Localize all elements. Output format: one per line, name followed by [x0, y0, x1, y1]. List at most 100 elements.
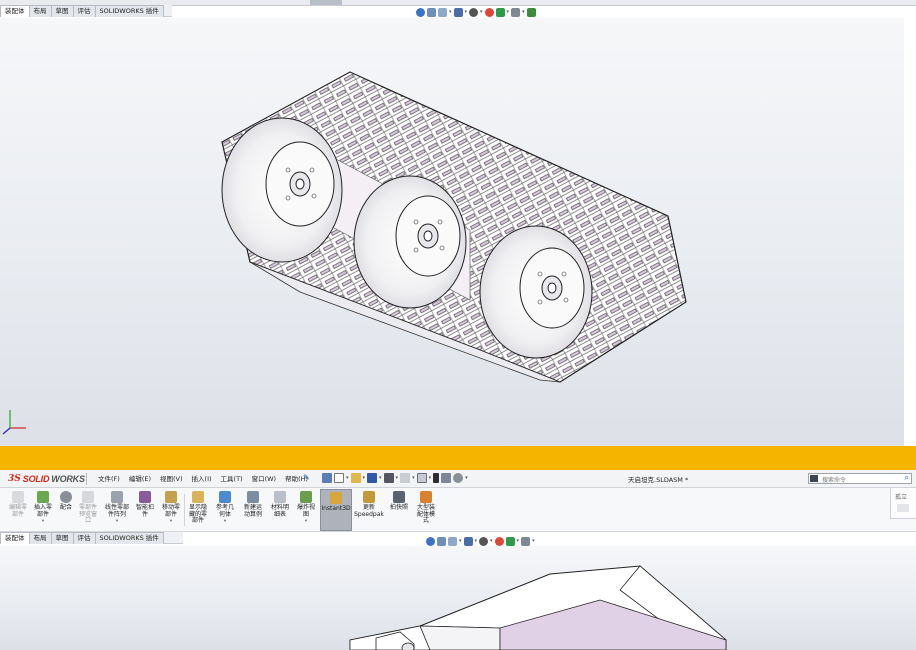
search-commands[interactable]: 搜索命令 ⌕: [808, 473, 912, 484]
command-label: 材料明 细表: [270, 504, 289, 518]
top-tab-sketch[interactable]: 草图: [50, 5, 74, 17]
reference-geometry-icon: [219, 491, 231, 503]
previous-view-icon[interactable]: [448, 536, 457, 546]
search-icon[interactable]: ⌕: [905, 473, 909, 483]
large-assembly-mode-button[interactable]: 大型装 配体模 式: [413, 491, 439, 525]
tab-addins[interactable]: SOLIDWORKS 插件: [94, 532, 164, 544]
select-pointer-icon[interactable]: [416, 473, 427, 483]
previous-view-icon[interactable]: [438, 7, 447, 17]
dropdown-caret-icon[interactable]: ▾: [42, 519, 44, 524]
section-view-icon[interactable]: [463, 536, 473, 546]
new-document-icon[interactable]: [334, 473, 344, 483]
menu-tools[interactable]: 工具(T): [221, 473, 243, 483]
pin-menu-icon[interactable]: ✎: [303, 473, 310, 482]
dropdown-caret-icon[interactable]: ▾: [522, 9, 525, 15]
tab-assembly[interactable]: 装配体: [0, 532, 30, 544]
dropdown-caret-icon[interactable]: ▾: [532, 538, 535, 544]
dropdown-caret-icon[interactable]: ▾: [475, 538, 478, 544]
appearance-icon[interactable]: [494, 536, 504, 546]
isolate-button[interactable]: [897, 504, 909, 512]
appearance-icon[interactable]: [484, 7, 494, 17]
menu-view[interactable]: 视图(V): [160, 473, 183, 483]
command-label: 更新 Speedpak: [354, 504, 384, 518]
menu-file[interactable]: 文件(F): [98, 473, 120, 483]
component-preview-button[interactable]: 零部件 预览窗 口: [77, 491, 99, 525]
ds-logo-icon: 3S: [8, 474, 21, 484]
menu-window[interactable]: 窗口(W): [252, 473, 277, 483]
bottom-graphics-area[interactable]: [0, 546, 916, 650]
tab-evaluate[interactable]: 评估: [72, 532, 96, 544]
dropdown-caret-icon[interactable]: ▾: [224, 519, 226, 524]
top-graphics-area[interactable]: [0, 18, 904, 446]
dropdown-caret-icon[interactable]: ▾: [517, 538, 520, 544]
insert-component-icon: [37, 491, 49, 503]
dropdown-caret-icon[interactable]: ▾: [480, 9, 483, 15]
display-settings-icon[interactable]: [511, 7, 521, 17]
linear-pattern-button[interactable]: 线性零部 件阵列 ▾: [102, 491, 132, 524]
dropdown-caret-icon[interactable]: ▾: [170, 519, 172, 524]
top-tab-addins[interactable]: SOLIDWORKS 插件: [94, 5, 164, 17]
dropdown-caret-icon[interactable]: ▾: [116, 519, 118, 524]
command-label: 爆炸视 图: [296, 504, 315, 518]
new-motion-study-button[interactable]: 新建运 动算例: [240, 491, 266, 518]
zoom-to-fit-icon[interactable]: [426, 536, 435, 546]
top-tab-assembly[interactable]: 装配体: [0, 5, 30, 17]
speedpak-icon: [363, 491, 375, 503]
dropdown-caret-icon[interactable]: ▾: [459, 538, 462, 544]
home-icon[interactable]: [322, 473, 332, 483]
dropdown-caret-icon[interactable]: ▾: [490, 538, 493, 544]
update-speedpak-button[interactable]: 更新 Speedpak: [354, 491, 384, 518]
dropdown-caret-icon[interactable]: ▾: [305, 519, 307, 524]
top-heads-up-view-toolbar: ▾ ▾ ▾ ▾ ▾: [416, 6, 536, 18]
save-icon[interactable]: [367, 473, 378, 483]
exploded-view-button[interactable]: 爆炸视 图 ▾: [294, 491, 318, 524]
dropdown-caret-icon[interactable]: ▾: [465, 9, 468, 15]
command-label: 智能扣 件: [135, 504, 154, 518]
view-orientation-icon[interactable]: [469, 7, 479, 17]
tab-layout[interactable]: 布局: [28, 532, 52, 544]
view-orientation-icon[interactable]: [479, 536, 489, 546]
edit-component-button[interactable]: 编辑零 部件: [7, 491, 29, 518]
mate-button[interactable]: 配合: [57, 491, 75, 512]
command-label: 线性零部 件阵列: [104, 504, 129, 518]
top-tab-evaluate[interactable]: 评估: [72, 5, 96, 17]
dropdown-caret-icon[interactable]: ▾: [507, 9, 510, 15]
reference-geometry-button[interactable]: 参考几 何体 ▾: [213, 491, 237, 524]
instant3d-icon: [330, 492, 342, 504]
menu-edit[interactable]: 编辑(E): [129, 473, 151, 483]
command-label: 编辑零 部件: [8, 504, 27, 518]
open-icon[interactable]: [350, 473, 361, 483]
zoom-area-icon[interactable]: [437, 536, 446, 546]
menu-insert[interactable]: 插入(I): [192, 473, 212, 483]
section-view-icon[interactable]: [453, 7, 463, 17]
insert-component-button[interactable]: 插入零 部件 ▾: [32, 491, 54, 524]
instant3d-button[interactable]: Instant3D: [320, 489, 352, 531]
scene-icon[interactable]: [495, 7, 505, 17]
command-separator: [184, 494, 185, 526]
component-preview-icon: [82, 491, 94, 503]
zoom-area-icon[interactable]: [427, 7, 436, 17]
take-snapshot-button[interactable]: 拍快照: [387, 491, 411, 512]
options-gear-icon[interactable]: [453, 473, 464, 483]
zoom-to-fit-icon[interactable]: [416, 7, 425, 17]
dropdown-caret-icon[interactable]: ▾: [449, 9, 452, 15]
search-scope-icon[interactable]: [810, 475, 818, 482]
display-settings-icon[interactable]: [521, 536, 531, 546]
tank-track-assembly-model: [2, 71, 687, 435]
print-icon[interactable]: [383, 473, 394, 483]
scene-icon[interactable]: [505, 536, 515, 546]
logo-divider: [86, 473, 87, 485]
edit-component-icon: [12, 491, 24, 503]
file-properties-icon[interactable]: [441, 473, 452, 483]
bill-of-materials-button[interactable]: 材料明 细表: [268, 491, 292, 518]
show-hidden-components-button[interactable]: 显示隐 藏的零 部件: [186, 491, 210, 525]
tab-sketch[interactable]: 草图: [50, 532, 74, 544]
undo-icon[interactable]: [400, 473, 411, 483]
traffic-light-icon[interactable]: [433, 473, 440, 483]
top-tab-layout[interactable]: 布局: [28, 5, 52, 17]
move-component-button[interactable]: 移动零 部件 ▾: [159, 491, 183, 524]
smart-fasteners-button[interactable]: 智能扣 件: [134, 491, 156, 518]
search-input[interactable]: 搜索命令: [822, 475, 846, 484]
solidworks-logo[interactable]: 3S SOLID WORKS: [8, 472, 85, 486]
hide-show-items-icon[interactable]: [526, 7, 536, 17]
